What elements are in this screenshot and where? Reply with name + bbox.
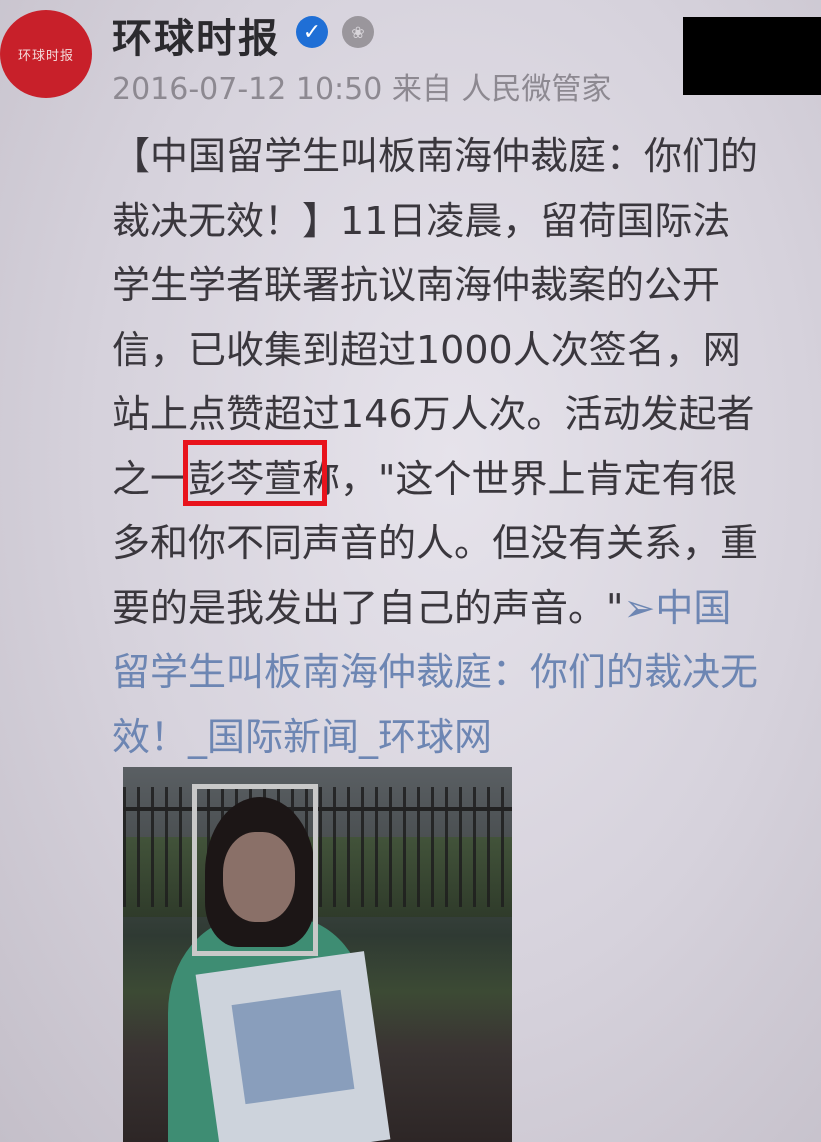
post-line: 信，已收集到超过1000人次签名，网: [112, 327, 741, 372]
article-link-part[interactable]: 留学生叫板南海仲裁庭：你们的裁决无: [112, 640, 820, 705]
post-meta: 2016-07-12 10:50 来自 人民微管家: [112, 72, 612, 107]
verified-badge-icon: ✓: [296, 16, 328, 48]
post-line: 多和你不同声音的人。但没有关系，重: [112, 521, 759, 565]
post-line: 【中国留学生叫板南海仲裁庭：你们的: [112, 134, 759, 178]
post-line-text: 要的是我发出了自己的声音。": [112, 585, 624, 630]
post-line-with-link: 要的是我发出了自己的声音。"➢中国: [112, 576, 820, 641]
link-arrow-icon[interactable]: ➢: [623, 586, 655, 630]
article-link-part[interactable]: 中国: [655, 586, 731, 630]
avatar-text: 环球时报: [17, 48, 74, 64]
redaction-block: [683, 17, 821, 95]
post-line: 站上点赞超过146万人次。活动发起者: [112, 392, 755, 436]
photo-paper-print: [231, 989, 355, 1105]
author-avatar[interactable]: 环球时报: [0, 10, 92, 98]
name-highlight-box: [183, 440, 327, 506]
author-name[interactable]: 环球时报: [112, 6, 280, 64]
face-highlight-box: [192, 784, 318, 956]
post-line: 裁决无效！】11日凌晨，留荷国际法: [112, 198, 731, 243]
article-link-part[interactable]: 效！_国际新闻_环球网: [112, 705, 820, 770]
post-line: 学生学者联署抗议南海仲裁案的公开: [112, 263, 721, 307]
medal-icon: ❀: [342, 16, 374, 48]
